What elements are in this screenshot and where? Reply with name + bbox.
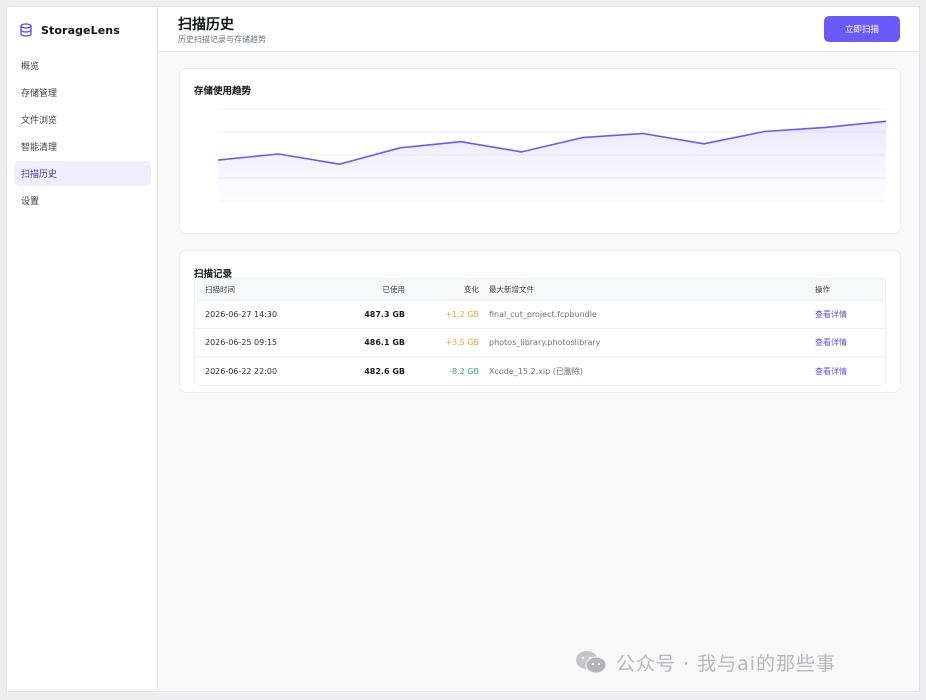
sidebar-item-overview[interactable]: 概览 <box>14 53 151 78</box>
sidebar-item-storage-management[interactable]: 存储管理 <box>14 80 151 105</box>
trend-point-2 <box>278 153 280 155</box>
cell-used: 487.3 GB <box>364 310 405 319</box>
brand[interactable]: StorageLens <box>19 21 120 39</box>
trend-point-3 <box>339 163 341 165</box>
trend-point-1 <box>217 159 219 161</box>
trend-point-10 <box>764 131 766 133</box>
sidebar-item-scan-history[interactable]: 扫描历史 <box>14 161 151 186</box>
column-header-file: 最大新增文件 <box>489 285 534 294</box>
watermark: 公众号 · 我与ai的那些事 <box>574 648 836 676</box>
column-header-action: 操作 <box>815 285 830 294</box>
cell-file: Xcode_15.2.xip (已删除) <box>489 366 583 376</box>
cell-used: 486.1 GB <box>364 338 405 347</box>
page-title: 扫描历史 <box>178 17 234 33</box>
trend-point-12 <box>885 120 887 122</box>
wechat-icon <box>574 649 608 675</box>
cell-time: 2026-06-22 22:00 <box>205 366 278 376</box>
storage-trend-card: 存储使用趋势 <box>179 68 901 234</box>
storage-trend-chart <box>217 108 887 202</box>
cell-change: -8.2 GB <box>449 366 479 376</box>
sidebar: StorageLens 概览 存储管理 文件浏览 智能清理 扫描历史 设置 <box>7 7 158 691</box>
trend-point-8 <box>642 133 644 135</box>
sidebar-item-file-browser[interactable]: 文件浏览 <box>14 107 151 132</box>
sidebar-item-settings[interactable]: 设置 <box>14 188 151 213</box>
column-header-change: 变化 <box>464 285 479 294</box>
brand-name: StorageLens <box>41 23 120 37</box>
view-details-link[interactable]: 查看详情 <box>815 310 847 319</box>
cell-change: +3.5 GB <box>445 338 479 347</box>
view-details-link[interactable]: 查看详情 <box>815 338 847 347</box>
table-header: 扫描时间 已使用 变化 最大新增文件 操作 <box>195 279 885 301</box>
cell-file: photos_library.photoslibrary <box>489 338 601 347</box>
sidebar-item-smart-cleanup[interactable]: 智能清理 <box>14 134 151 159</box>
scan-records-card: 扫描记录 扫描时间 已使用 变化 最大新增文件 操作 2026-06-27 14… <box>179 250 901 393</box>
page-subtitle: 历史扫描记录与存储趋势 <box>178 35 266 44</box>
column-header-time: 扫描时间 <box>205 285 235 294</box>
trend-point-6 <box>521 151 523 153</box>
cell-change: +1.2 GB <box>445 310 479 319</box>
sidebar-nav: 概览 存储管理 文件浏览 智能清理 扫描历史 设置 <box>14 53 151 215</box>
cell-time: 2026-06-25 09:15 <box>205 338 278 347</box>
trend-point-11 <box>824 127 826 129</box>
scan-records-table: 扫描时间 已使用 变化 最大新增文件 操作 2026-06-27 14:30 4… <box>194 278 886 386</box>
table-row: 2026-06-27 14:30 487.3 GB +1.2 GB final_… <box>195 301 885 329</box>
page-header: 扫描历史 历史扫描记录与存储趋势 立即扫描 <box>159 7 919 52</box>
view-details-link[interactable]: 查看详情 <box>815 367 847 376</box>
watermark-text: 公众号 · 我与ai的那些事 <box>616 652 837 675</box>
table-row: 2026-06-22 22:00 482.6 GB -8.2 GB Xcode_… <box>195 357 885 385</box>
trend-point-5 <box>460 141 462 143</box>
column-header-used: 已使用 <box>382 285 406 294</box>
scan-now-button[interactable]: 立即扫描 <box>824 16 900 42</box>
cell-time: 2026-06-27 14:30 <box>205 310 278 319</box>
trend-point-4 <box>399 147 401 149</box>
database-icon <box>19 23 33 37</box>
app-window: StorageLens 概览 存储管理 文件浏览 智能清理 扫描历史 设置 扫描… <box>6 6 920 692</box>
cell-used: 482.6 GB <box>364 366 405 376</box>
trend-point-9 <box>703 143 705 145</box>
table-row: 2026-06-25 09:15 486.1 GB +3.5 GB photos… <box>195 329 885 357</box>
cell-file: final_cut_project.fcpbundle <box>489 310 597 319</box>
trend-point-7 <box>582 137 584 139</box>
